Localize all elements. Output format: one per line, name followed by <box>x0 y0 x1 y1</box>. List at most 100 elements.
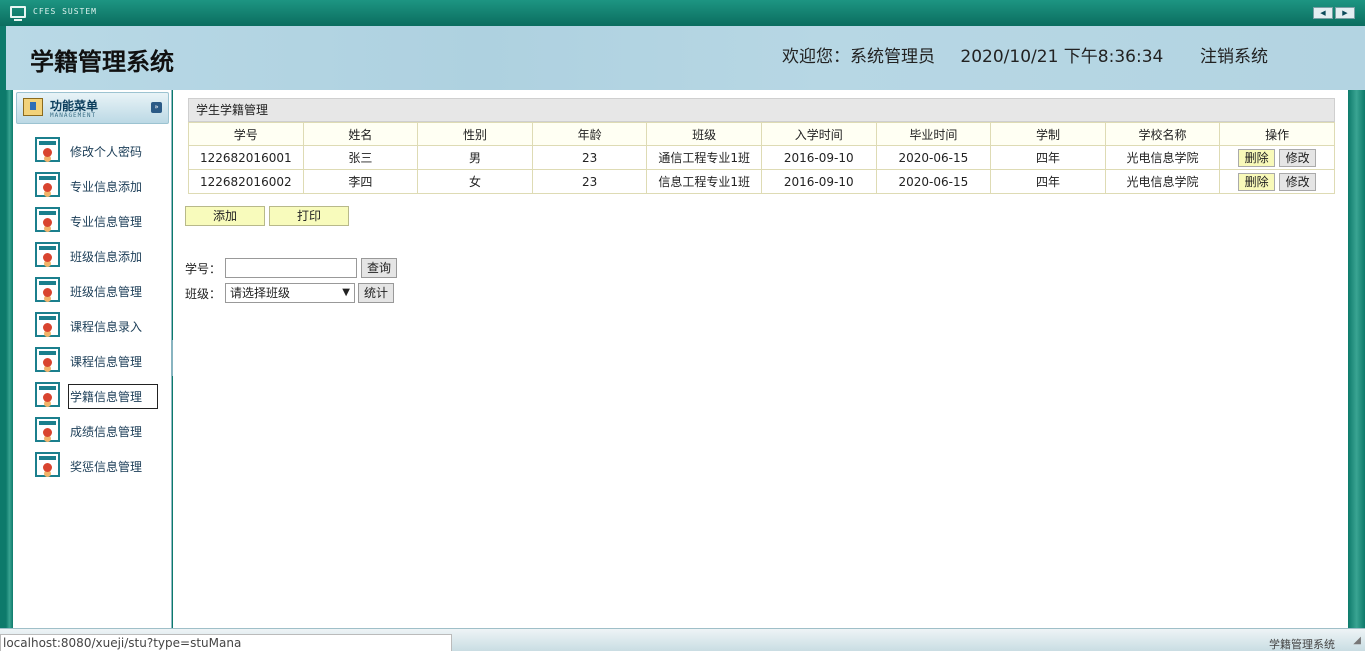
datetime-text: 2020/10/21 下午8:36:34 <box>960 47 1164 67</box>
user-card-icon <box>35 417 60 442</box>
app-header: 学籍管理系统 欢迎您：系统管理员 2020/10/21 下午8:36:34 注销… <box>6 26 1365 90</box>
sidebar-item-label: 修改个人密码 <box>70 145 143 159</box>
resize-grip-icon[interactable]: ◢ <box>1353 635 1361 646</box>
table-cell-class: 通信工程专业1班 <box>646 145 762 170</box>
prev-button[interactable]: ◀ <box>1313 7 1333 19</box>
column-header: 班级 <box>646 122 762 146</box>
sidebar-item[interactable]: 奖惩信息管理 <box>13 449 171 484</box>
sidebar-item[interactable]: 班级信息管理 <box>13 274 171 309</box>
user-card-icon <box>35 382 60 407</box>
id-search-row: 学号： 查询 <box>185 258 398 278</box>
add-button[interactable]: 添加 <box>185 206 265 226</box>
window-titlebar: CFES SUSTEM ◀ ▶ <box>0 0 1365 26</box>
table-body: 122682016001 张三男 23 通信工程专业1班 2016-09-10 2020-… <box>188 145 1335 194</box>
sidebar-item[interactable]: 课程信息录入 <box>13 309 171 344</box>
sidebar-item-label: 专业信息管理 <box>70 215 143 229</box>
menu-header: 功能菜单 MANAGEMENT » <box>16 92 169 124</box>
right-frame-border <box>1348 90 1365 628</box>
sidebar-item[interactable]: 学籍信息管理 <box>13 379 171 414</box>
table-cell-actions: 删除 修改 <box>1219 145 1335 170</box>
table-cell-enroll: 2016-09-10 <box>760 145 877 170</box>
user-card-icon <box>35 172 60 197</box>
nav-buttons: ◀ ▶ <box>1313 7 1355 19</box>
class-label: 班级： <box>185 286 222 301</box>
logout-link[interactable]: 注销系统 <box>1200 42 1268 67</box>
monitor-icon <box>10 6 26 21</box>
sidebar-item[interactable]: 班级信息添加 <box>13 239 171 274</box>
sidebar-item-label: 成绩信息管理 <box>70 425 143 439</box>
column-header: 学校名称 <box>1104 122 1221 146</box>
id-label: 学号： <box>185 261 222 276</box>
user-card-icon <box>35 347 60 372</box>
footer-text: 学籍管理系统 <box>1269 638 1335 651</box>
table-cell-duration: 四年 <box>990 169 1106 194</box>
column-header: 学制 <box>990 122 1106 146</box>
table-cell-age: 23 <box>531 145 648 170</box>
edit-button[interactable]: 修改 <box>1279 172 1317 191</box>
user-info: 欢迎您：系统管理员 2020/10/21 下午8:36:34 <box>782 42 1183 67</box>
welcome-text: 欢迎您：系统管理员 <box>782 47 935 67</box>
table-cell-gender: 男 <box>417 145 533 170</box>
table-cell-school: 光电信息学院 <box>1104 145 1221 170</box>
table-cell-id: 122682016002 <box>188 169 304 194</box>
user-card-icon <box>35 207 60 232</box>
column-header: 学号 <box>188 122 304 146</box>
column-header: 操作 <box>1219 122 1335 146</box>
stats-button[interactable]: 统计 <box>358 283 395 303</box>
table-row: 122682016001 张三男 23 通信工程专业1班 2016-09-10 2020-… <box>188 145 1335 170</box>
user-card-icon <box>35 242 60 267</box>
print-button[interactable]: 打印 <box>269 206 349 226</box>
edit-button[interactable]: 修改 <box>1279 148 1317 167</box>
action-row: 添加 打印 <box>185 206 349 226</box>
class-filter-row: 班级： 请选择班级 ▼ 统计 <box>185 283 395 303</box>
class-select-value: 请选择班级 <box>230 286 291 300</box>
sidebar-item-label: 学籍信息管理 <box>68 384 158 409</box>
main-content: 学生学籍管理 学号 姓名 性别 年龄 班级 入学时间 毕业时间 学制 学校名称 操作 122682… <box>173 90 1348 628</box>
class-select[interactable]: 请选择班级 ▼ <box>225 283 355 303</box>
sidebar-item[interactable]: 专业信息管理 <box>13 204 171 239</box>
sidebar-item-label: 班级信息添加 <box>70 250 143 264</box>
browser-status-url: localhost:8080/xueji/stu?type=stuMana <box>0 634 452 651</box>
sidebar-item[interactable]: 专业信息添加 <box>13 169 171 204</box>
home-icon <box>23 98 43 116</box>
user-card-icon <box>35 312 60 337</box>
column-header: 入学时间 <box>760 122 877 146</box>
sidebar-item-label: 课程信息管理 <box>70 355 143 369</box>
id-search-input[interactable] <box>225 258 357 278</box>
student-panel: 学生学籍管理 学号 姓名 性别 年龄 班级 入学时间 毕业时间 学制 学校名称 操作 122682… <box>188 98 1335 194</box>
delete-button[interactable]: 删除 <box>1238 148 1276 167</box>
table-cell-name: 张三 <box>302 145 419 170</box>
next-button[interactable]: ▶ <box>1335 7 1355 19</box>
table-cell-graduate: 2020-06-15 <box>875 169 992 194</box>
sidebar-item-label: 奖惩信息管理 <box>70 460 143 474</box>
sidebar: 功能菜单 MANAGEMENT » 修改个人密码专业信息添加专业信息管理 班级信息… <box>13 90 172 628</box>
sidebar-item[interactable]: 课程信息管理 <box>13 344 171 379</box>
user-card-icon <box>35 452 60 477</box>
panel-title: 学生学籍管理 <box>188 98 1335 122</box>
collapse-icon[interactable]: » <box>151 102 162 113</box>
table-cell-name: 李四 <box>302 169 419 194</box>
menu-list: 修改个人密码专业信息添加专业信息管理 班级信息添加 班级信息管理 课程信息录入 课程信息… <box>13 134 171 484</box>
column-header: 姓名 <box>302 122 419 146</box>
table-cell-duration: 四年 <box>990 145 1106 170</box>
column-header: 性别 <box>417 122 533 146</box>
table-cell-graduate: 2020-06-15 <box>875 145 992 170</box>
query-button[interactable]: 查询 <box>361 258 398 278</box>
table-cell-class: 信息工程专业1班 <box>646 169 762 194</box>
column-header: 年龄 <box>531 122 648 146</box>
user-card-icon <box>35 137 60 162</box>
student-table: 学号 姓名 性别 年龄 班级 入学时间 毕业时间 学制 学校名称 操作 122682016001 张… <box>188 122 1335 194</box>
app-title: 学籍管理系统 <box>30 48 174 76</box>
table-header-row: 学号 姓名 性别 年龄 班级 入学时间 毕业时间 学制 学校名称 操作 <box>188 122 1335 146</box>
system-title: CFES SUSTEM <box>33 7 97 16</box>
sidebar-item-label: 班级信息管理 <box>70 285 143 299</box>
table-cell-id: 122682016001 <box>188 145 304 170</box>
table-cell-gender: 女 <box>417 169 533 194</box>
sidebar-item[interactable]: 修改个人密码 <box>13 134 171 169</box>
left-frame-border <box>6 90 13 628</box>
sidebar-item-label: 课程信息录入 <box>70 320 143 334</box>
sidebar-item[interactable]: 成绩信息管理 <box>13 414 171 449</box>
user-card-icon <box>35 277 60 302</box>
delete-button[interactable]: 删除 <box>1238 172 1276 191</box>
column-header: 毕业时间 <box>875 122 992 146</box>
